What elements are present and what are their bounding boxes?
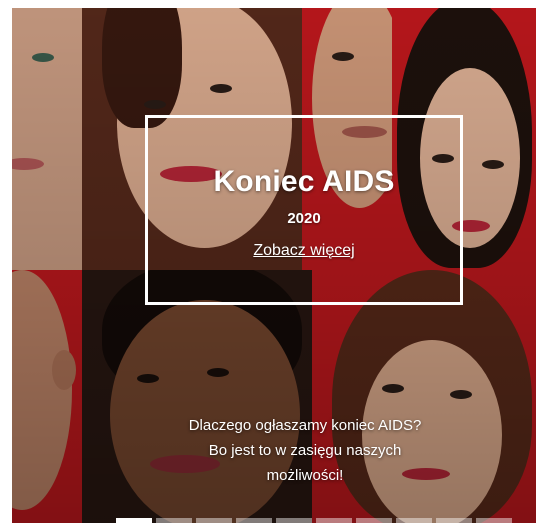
carousel-indicator[interactable] [276, 518, 312, 523]
carousel-indicator[interactable] [436, 518, 472, 523]
caption-line: Bo jest to w zasięgu naszych [208, 442, 402, 459]
carousel-indicator[interactable] [196, 518, 232, 523]
carousel-indicator[interactable] [156, 518, 192, 523]
caption-line: możliwości! [266, 467, 344, 484]
hero-banner: Koniec AIDS 2020 Zobacz więcej Dlaczego … [12, 8, 536, 523]
carousel-indicator[interactable] [356, 518, 392, 523]
hero-title: Koniec AIDS [213, 165, 395, 198]
carousel-indicator[interactable] [116, 518, 152, 523]
carousel-indicator[interactable] [396, 518, 432, 523]
caption-line: Dlaczego ogłaszamy koniec AIDS? [188, 417, 422, 434]
see-more-link[interactable]: Zobacz więcej [253, 242, 354, 259]
see-more-container: Zobacz więcej [145, 242, 463, 260]
carousel-indicator[interactable] [476, 518, 512, 523]
carousel-indicator[interactable] [236, 518, 272, 523]
carousel-indicator[interactable] [316, 518, 352, 523]
carousel-indicators [116, 518, 512, 523]
hero-year: 2020 [287, 210, 321, 227]
hero-caption: Dlaczego ogłaszamy koniec AIDS? Bo jest … [112, 413, 498, 488]
